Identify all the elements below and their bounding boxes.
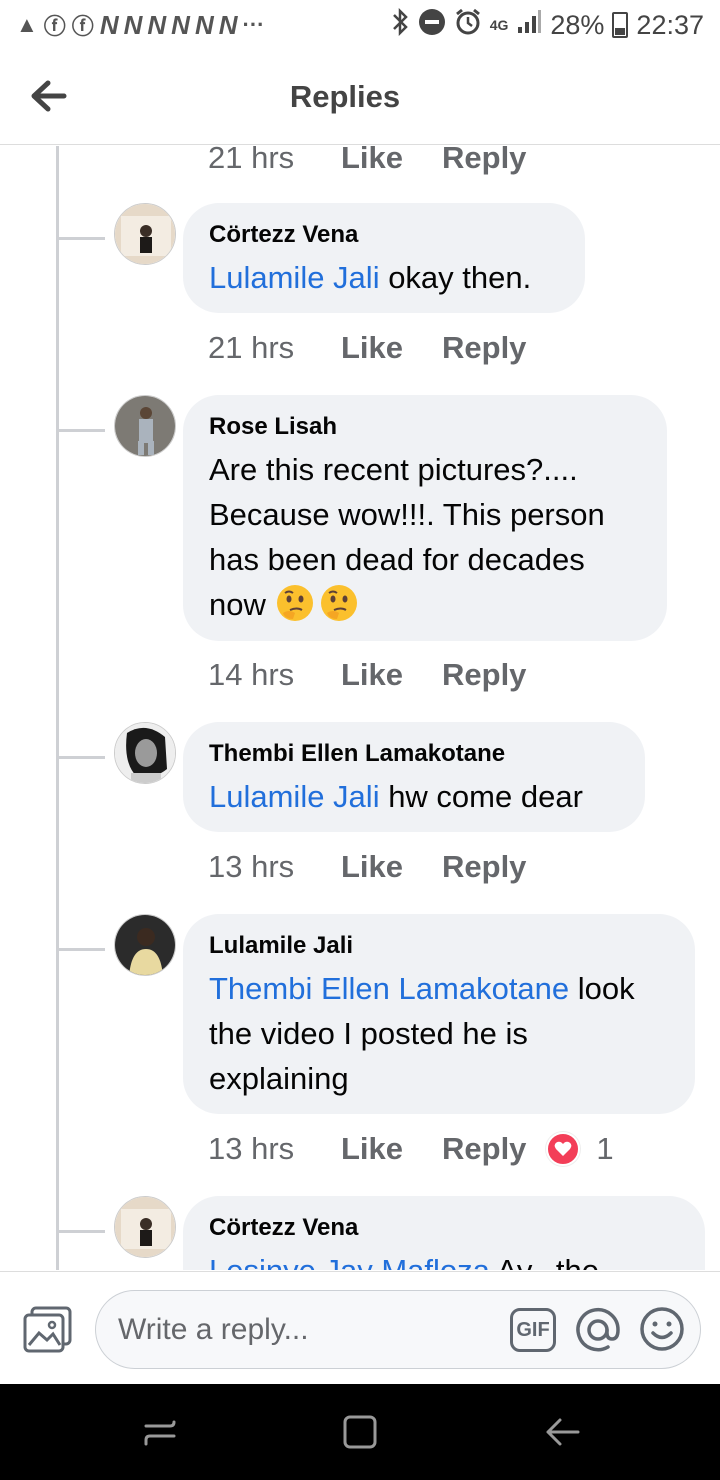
thinking-face-icon: [276, 585, 313, 621]
mention-link[interactable]: Lulamile Jali: [209, 779, 380, 814]
mention-link[interactable]: Thembi Ellen Lamakotane: [209, 971, 569, 1006]
battery-percentage: 28%: [550, 9, 605, 40]
back-icon[interactable]: [542, 1412, 582, 1452]
reply-composer: GIF: [0, 1271, 720, 1384]
like-button[interactable]: Like: [341, 330, 442, 366]
do-not-disturb-icon: [418, 8, 446, 43]
facebook-notification-icon: ⓕ: [43, 14, 66, 39]
comment-actions: 21 hrs Like Reply: [208, 146, 526, 176]
thread-branch: [59, 237, 105, 240]
avatar[interactable]: [114, 914, 176, 976]
comment-body: okay then.: [379, 260, 532, 295]
comment-author[interactable]: Cörtezz Vena: [209, 1214, 679, 1242]
n-notification-icon: N: [99, 9, 119, 40]
battery-icon: [612, 12, 629, 38]
emoji-icon[interactable]: [638, 1305, 686, 1353]
recent-apps-icon[interactable]: [140, 1412, 180, 1452]
thread-line: [56, 146, 59, 1270]
system-status: 4G 28% 22:37: [390, 7, 704, 43]
avatar[interactable]: [114, 722, 176, 784]
warning-icon: ▲: [16, 12, 38, 37]
signal-icon: [516, 9, 542, 42]
comment-time: 21 hrs: [208, 146, 295, 175]
clock: 22:37: [636, 9, 704, 40]
n-notification-icon: N: [147, 9, 166, 40]
notification-icons: ▲ ⓕ ⓕ N N N N N N ···: [16, 9, 264, 41]
comment-author[interactable]: Lulamile Jali: [209, 932, 669, 960]
reply-button[interactable]: Reply: [442, 1131, 526, 1167]
comment-actions: 14 hrs Like Reply: [208, 657, 526, 693]
thread-branch: [59, 1230, 105, 1233]
comment-text: Lulamile Jali okay then.: [209, 255, 559, 300]
comment-text: Lulamile Jali hw come dear: [209, 774, 619, 819]
like-button[interactable]: Like: [341, 657, 442, 693]
reply-button[interactable]: Reply: [442, 657, 526, 693]
n-notification-icon: N: [171, 9, 190, 40]
comment-bubble[interactable]: Cörtezz Vena Lesinye Jay Mafloza Ay...th…: [183, 1196, 705, 1270]
home-icon[interactable]: [340, 1412, 380, 1452]
comment-author[interactable]: Rose Lisah: [209, 413, 641, 441]
comment-actions: 13 hrs Like Reply: [208, 849, 526, 885]
comment-time: 13 hrs: [208, 849, 295, 884]
n-notification-icon: N: [123, 9, 143, 40]
like-button[interactable]: Like: [341, 1131, 442, 1167]
reply-button[interactable]: Reply: [442, 146, 526, 176]
comment-actions: 21 hrs Like Reply: [208, 330, 526, 366]
header: Replies: [0, 50, 720, 145]
reaction-count: 1: [596, 1131, 614, 1166]
n-notification-icon: N: [218, 9, 238, 40]
reply-input-box[interactable]: GIF: [95, 1290, 701, 1369]
back-arrow-icon[interactable]: [28, 76, 68, 116]
bluetooth-icon: [390, 7, 410, 43]
comment-body: Ay...the: [490, 1253, 599, 1270]
network-label: 4G: [489, 17, 509, 33]
reply-button[interactable]: Reply: [442, 330, 526, 366]
comment-time: 13 hrs: [208, 1131, 295, 1166]
reply-input[interactable]: [118, 1309, 498, 1351]
comment-bubble[interactable]: Cörtezz Vena Lulamile Jali okay then.: [183, 203, 585, 313]
mention-link[interactable]: Lesinye Jay Mafloza: [209, 1253, 490, 1270]
alarm-icon: [454, 8, 482, 43]
avatar[interactable]: [114, 1196, 176, 1258]
comment-body: hw come dear: [379, 779, 583, 814]
avatar[interactable]: [114, 395, 176, 457]
photo-icon[interactable]: [22, 1305, 74, 1355]
thread-branch: [59, 429, 105, 432]
n-notification-icon: N: [194, 9, 214, 40]
mention-icon[interactable]: [574, 1306, 622, 1354]
comment-text: Are this recent pictures?.... Because wo…: [209, 447, 641, 627]
thread-branch: [59, 756, 105, 759]
status-bar: ▲ ⓕ ⓕ N N N N N N ··· 4G 28% 22:37: [0, 0, 720, 50]
comment-author[interactable]: Thembi Ellen Lamakotane: [209, 740, 619, 768]
comment-time: 14 hrs: [208, 657, 295, 692]
like-button[interactable]: Like: [341, 146, 442, 176]
gif-button[interactable]: GIF: [510, 1308, 556, 1352]
like-button[interactable]: Like: [341, 849, 442, 885]
comment-bubble[interactable]: Thembi Ellen Lamakotane Lulamile Jali hw…: [183, 722, 645, 832]
thread-branch: [59, 948, 105, 951]
comment-author[interactable]: Cörtezz Vena: [209, 221, 559, 249]
comment-actions: 13 hrs Like Reply 1: [208, 1131, 614, 1167]
heart-icon: [546, 1132, 581, 1166]
comment-text: Thembi Ellen Lamakotane look the video I…: [209, 966, 669, 1101]
more-notifications-icon: ···: [242, 12, 265, 37]
page-title: Replies: [289, 79, 401, 114]
mention-link[interactable]: Lulamile Jali: [209, 260, 380, 295]
comment-bubble[interactable]: Rose Lisah Are this recent pictures?....…: [183, 395, 667, 641]
comment-bubble[interactable]: Lulamile Jali Thembi Ellen Lamakotane lo…: [183, 914, 695, 1114]
comment-body: Are this recent pictures?.... Because wo…: [209, 452, 605, 622]
avatar[interactable]: [114, 203, 176, 265]
replies-list[interactable]: 21 hrs Like Reply Cörtezz Vena Lulamile …: [0, 146, 720, 1270]
facebook-notification-icon: ⓕ: [71, 14, 94, 39]
navigation-bar: [0, 1384, 720, 1480]
thinking-face-icon: [320, 585, 357, 621]
reply-button[interactable]: Reply: [442, 849, 526, 885]
comment-text: Lesinye Jay Mafloza Ay...the: [209, 1248, 679, 1270]
comment-time: 21 hrs: [208, 330, 295, 365]
reaction-summary[interactable]: 1: [546, 1131, 614, 1167]
